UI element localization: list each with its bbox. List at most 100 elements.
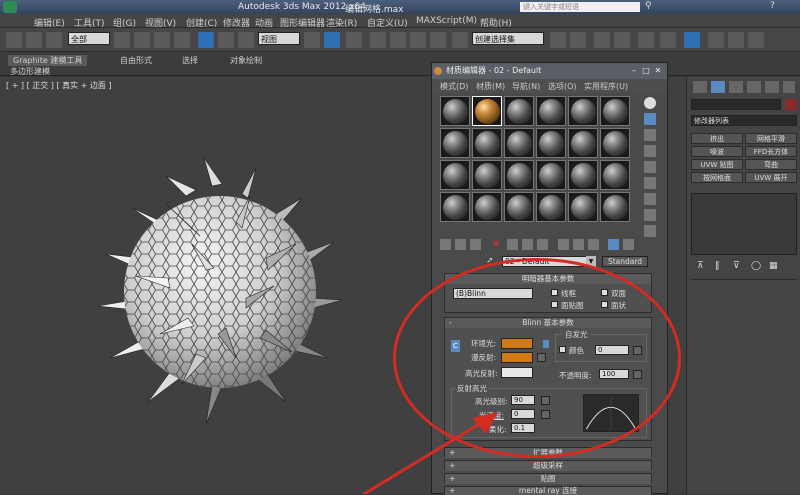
mirror-icon[interactable] <box>550 32 566 48</box>
sample-slot[interactable] <box>568 96 598 126</box>
ffd-box-button[interactable]: FFD长方体 <box>745 146 797 157</box>
graphite-toggle-icon[interactable] <box>614 32 630 48</box>
put-to-scene-icon[interactable] <box>455 239 466 250</box>
hierarchy-tab-icon[interactable] <box>729 81 743 93</box>
menu-maxscript[interactable]: MAXScript(M) <box>416 16 477 26</box>
sample-slot[interactable] <box>600 96 630 126</box>
select-object-icon[interactable] <box>114 32 130 48</box>
material-editor-titlebar[interactable]: 材质编辑器 - 02 - Default – □ ✕ <box>432 63 667 79</box>
select-by-name-icon[interactable] <box>134 32 150 48</box>
sample-slot[interactable] <box>440 192 470 222</box>
assign-material-icon[interactable] <box>470 239 481 250</box>
material-editor-icon[interactable] <box>684 32 700 48</box>
spinner-snap-icon[interactable] <box>430 32 446 48</box>
select-manipulate-icon[interactable] <box>324 32 340 48</box>
curve-editor-icon[interactable] <box>638 32 654 48</box>
modify-tab-icon[interactable] <box>711 81 725 93</box>
sample-slot[interactable] <box>600 192 630 222</box>
sample-slot[interactable] <box>536 160 566 190</box>
med-menu-options[interactable]: 选项(O) <box>548 81 577 92</box>
select-by-material-icon[interactable] <box>644 209 656 221</box>
go-forward-sibling-icon[interactable] <box>623 239 634 250</box>
sample-slot[interactable] <box>536 96 566 126</box>
sample-slot[interactable] <box>472 192 502 222</box>
help-icon[interactable]: ? <box>770 1 775 11</box>
render-production-icon[interactable] <box>748 32 764 48</box>
ribbon-tab-selection[interactable]: 选择 <box>182 55 198 66</box>
ribbon-tab-freeform[interactable]: 自由形式 <box>120 55 152 66</box>
app-logo-icon[interactable] <box>3 1 17 13</box>
scale-icon[interactable] <box>238 32 254 48</box>
percent-snap-icon[interactable] <box>410 32 426 48</box>
med-menu-material[interactable]: 材质(M) <box>476 81 505 92</box>
options-icon[interactable] <box>644 193 656 205</box>
layer-manager-icon[interactable] <box>594 32 610 48</box>
copy-material-icon[interactable] <box>507 239 518 250</box>
object-color-swatch[interactable] <box>785 99 797 110</box>
utilities-tab-icon[interactable] <box>783 81 795 93</box>
schematic-view-icon[interactable] <box>660 32 676 48</box>
keyboard-shortcut-icon[interactable] <box>346 32 362 48</box>
reset-material-icon[interactable]: ✕ <box>492 239 503 250</box>
align-icon[interactable] <box>570 32 586 48</box>
search-field[interactable]: 键入关键字或短语 <box>520 2 640 12</box>
rendered-frame-icon[interactable] <box>728 32 744 48</box>
edit-named-sel-icon[interactable] <box>452 32 468 48</box>
ref-coord-select[interactable]: 视图 <box>258 32 300 45</box>
create-tab-icon[interactable] <box>693 81 707 93</box>
material-navigator-icon[interactable] <box>644 225 656 237</box>
rect-region-icon[interactable] <box>154 32 170 48</box>
bind-icon[interactable] <box>46 32 62 48</box>
make-preview-icon[interactable] <box>644 177 656 189</box>
sample-slot[interactable] <box>472 160 502 190</box>
sample-slot[interactable] <box>504 160 534 190</box>
med-menu-utilities[interactable]: 实用程序(U) <box>584 81 628 92</box>
render-setup-icon[interactable] <box>708 32 724 48</box>
close-icon[interactable]: ✕ <box>652 63 664 79</box>
material-type-button[interactable]: Standard <box>602 256 648 267</box>
rotate-icon[interactable] <box>218 32 234 48</box>
sample-slot[interactable] <box>600 128 630 158</box>
video-check-icon[interactable] <box>644 161 656 173</box>
move-icon[interactable] <box>198 32 214 48</box>
make-unique-icon[interactable] <box>522 239 533 250</box>
named-selection-select[interactable]: 创建选择集 <box>472 32 544 45</box>
ribbon-subtitle[interactable]: 多边形建模 <box>10 66 50 77</box>
show-end-result-icon[interactable]: ‖ <box>715 261 720 271</box>
extrude-button[interactable]: 挤出 <box>691 133 743 144</box>
med-menu-navigation[interactable]: 导航(N) <box>512 81 540 92</box>
show-end-result-icon[interactable] <box>588 239 599 250</box>
sample-slot[interactable] <box>504 96 534 126</box>
sample-slot[interactable] <box>568 128 598 158</box>
show-map-icon[interactable] <box>573 239 584 250</box>
sample-slot[interactable] <box>568 160 598 190</box>
unwrap-uvw-button[interactable]: UVW 展开 <box>745 172 797 183</box>
make-unique-icon[interactable]: ⊽ <box>733 261 740 271</box>
object-name-field[interactable] <box>691 99 781 110</box>
sample-slot[interactable] <box>600 160 630 190</box>
link-icon[interactable] <box>6 32 22 48</box>
by-face-button[interactable]: 按网格面 <box>691 172 743 183</box>
uv-tiling-icon[interactable] <box>644 145 656 157</box>
go-to-parent-icon[interactable] <box>608 239 619 250</box>
meshsmooth-button[interactable]: 网格平滑 <box>745 133 797 144</box>
sample-slot[interactable] <box>440 128 470 158</box>
search-icon[interactable]: ⚲ <box>645 1 652 11</box>
pivot-icon[interactable] <box>304 32 320 48</box>
material-id-icon[interactable] <box>558 239 569 250</box>
sample-slot[interactable] <box>536 192 566 222</box>
minimize-icon[interactable]: – <box>628 63 640 79</box>
window-crossing-icon[interactable] <box>174 32 190 48</box>
sample-slot[interactable] <box>504 192 534 222</box>
spiky-sphere-model[interactable] <box>96 158 344 428</box>
sample-slot[interactable] <box>440 160 470 190</box>
sample-slot[interactable] <box>440 96 470 126</box>
viewport-label[interactable]: [ + ] [ 正交 ] [ 真实 + 边面 ] <box>6 80 112 91</box>
selection-filter-select[interactable]: 全部 <box>68 32 110 45</box>
sample-slot[interactable] <box>472 128 502 158</box>
remove-modifier-icon[interactable]: ◯ <box>751 261 761 271</box>
display-tab-icon[interactable] <box>765 81 779 93</box>
sample-slot[interactable] <box>504 128 534 158</box>
bend-button[interactable]: 弯曲 <box>745 159 797 170</box>
sample-slot-active[interactable] <box>472 96 502 126</box>
